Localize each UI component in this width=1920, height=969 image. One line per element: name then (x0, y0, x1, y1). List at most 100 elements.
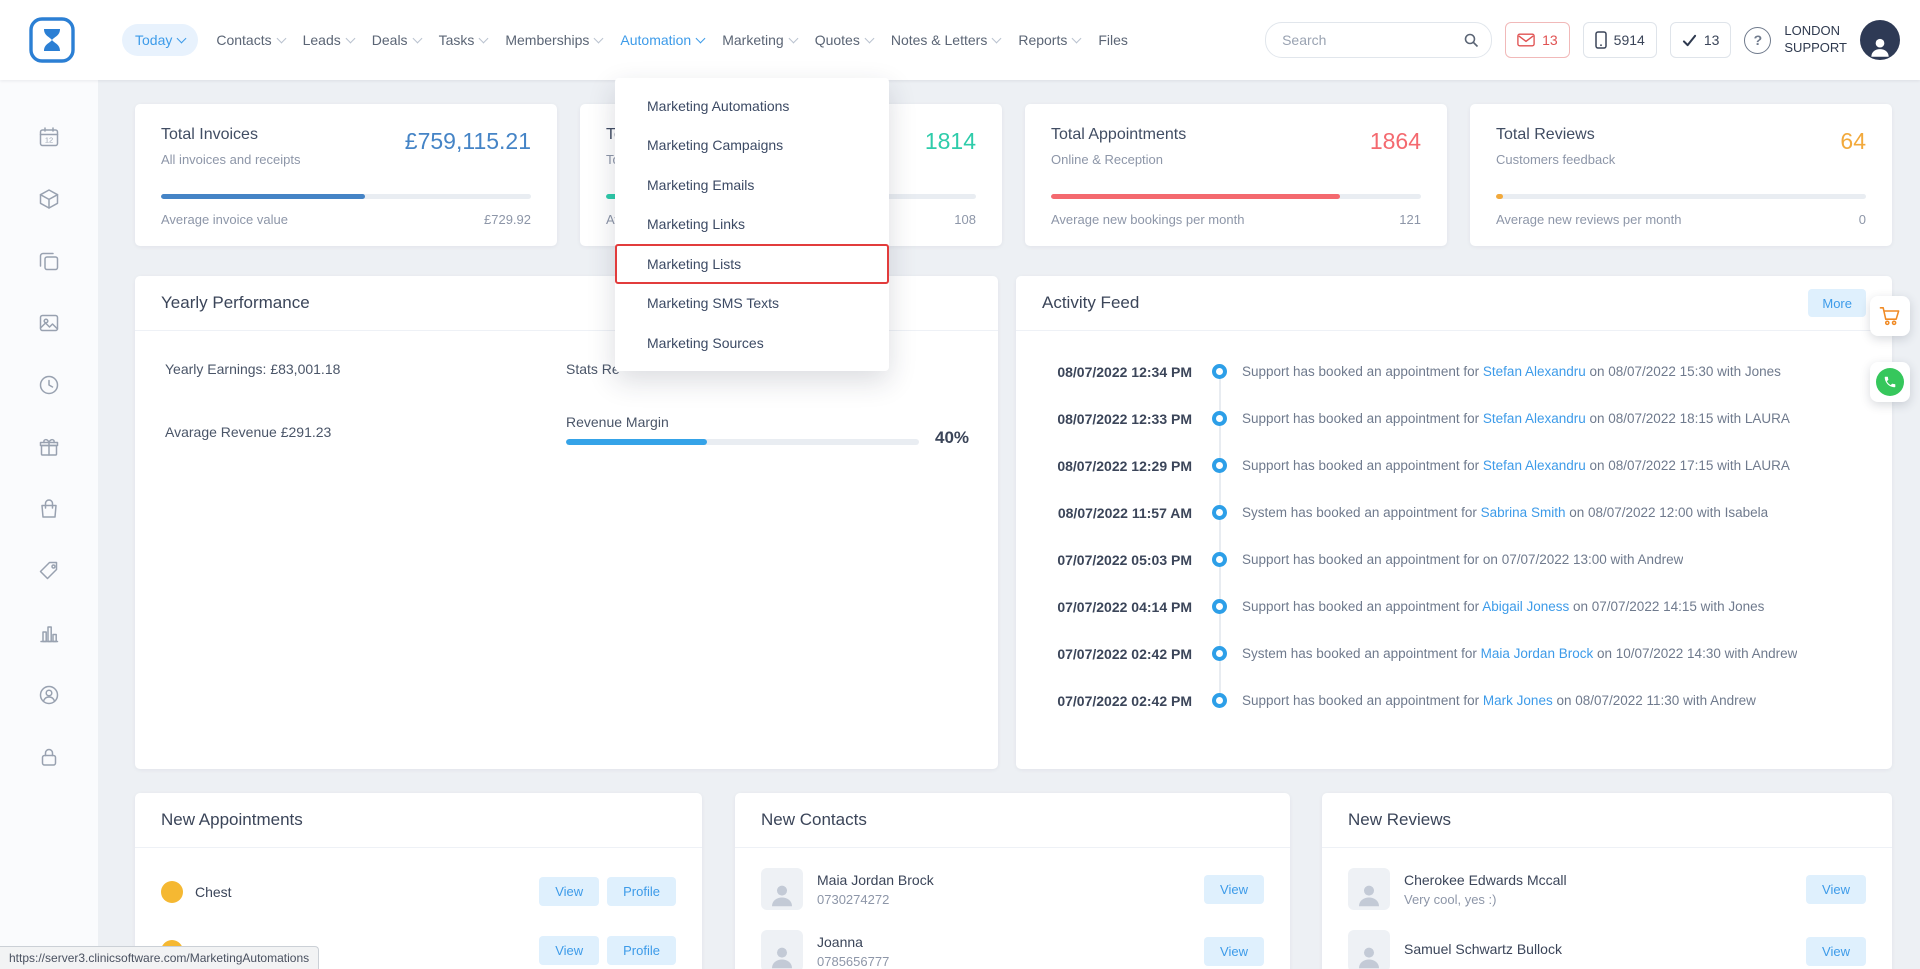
progress-bar (1496, 194, 1866, 199)
user-avatar[interactable] (1860, 20, 1900, 60)
view-button[interactable]: View (1204, 875, 1264, 904)
phone-calls-button[interactable]: 5914 (1583, 22, 1657, 58)
sidebar-item-photos[interactable] (36, 310, 62, 336)
chevron-down-icon (594, 33, 604, 43)
sidebar-item-reports[interactable] (36, 620, 62, 646)
contact-info: Joanna 0785656777 (817, 934, 889, 969)
sidebar-item-copy[interactable] (36, 248, 62, 274)
activity-text-post: on 08/07/2022 11:30 with Andrew (1553, 693, 1756, 708)
sidebar-item-security[interactable] (36, 744, 62, 770)
app-logo[interactable] (26, 14, 78, 66)
profile-button[interactable]: Profile (607, 936, 676, 965)
phone-count-badge: 5914 (1614, 32, 1645, 48)
help-button[interactable]: ? (1744, 27, 1771, 54)
nav-item-tasks[interactable]: Tasks (439, 32, 488, 48)
sidebar-item-calendar[interactable]: 12 (36, 124, 62, 150)
activity-contact-link[interactable]: Sabrina Smith (1481, 505, 1566, 520)
nav-item-automation[interactable]: Automation (620, 32, 704, 48)
avatar (761, 868, 803, 910)
stat-card-appointments: Total Appointments Online & Reception 18… (1025, 104, 1447, 246)
menu-item-marketing-campaigns[interactable]: Marketing Campaigns (615, 126, 889, 166)
view-button[interactable]: View (1806, 937, 1866, 966)
sidebar-item-support[interactable] (36, 682, 62, 708)
location-line1: LONDON (1784, 23, 1847, 40)
activity-row: 07/07/2022 04:14 PM Support has booked a… (1042, 583, 1872, 630)
menu-item-marketing-sms-texts[interactable]: Marketing SMS Texts (615, 284, 889, 324)
nav-item-files[interactable]: Files (1098, 32, 1128, 48)
profile-button[interactable]: Profile (607, 877, 676, 906)
nav-item-marketing[interactable]: Marketing (722, 32, 796, 48)
nav-item-quotes[interactable]: Quotes (815, 32, 873, 48)
sidebar-item-history[interactable] (36, 372, 62, 398)
done-tasks-button[interactable]: 13 (1670, 22, 1732, 58)
activity-contact-link[interactable]: Stefan Alexandru (1483, 364, 1586, 379)
revenue-margin-fill (566, 439, 707, 445)
svg-text:12: 12 (45, 136, 53, 145)
nav-item-notes-letters[interactable]: Notes & Letters (891, 32, 1001, 48)
menu-item-marketing-lists-highlighted[interactable]: Marketing Lists (615, 244, 889, 284)
progress-fill (161, 194, 365, 199)
sidebar-item-shop[interactable] (36, 496, 62, 522)
smartphone-icon (1595, 31, 1607, 49)
search-input[interactable] (1280, 31, 1457, 49)
activity-text-pre: Support has booked an appointment for (1242, 552, 1479, 567)
new-contacts-card: New Contacts Maia Jordan Brock 073027427… (735, 793, 1290, 969)
nav-item-deals[interactable]: Deals (372, 32, 421, 48)
menu-item-marketing-automations[interactable]: Marketing Automations (615, 86, 889, 126)
check-count-badge: 13 (1704, 32, 1720, 48)
contact-row: Maia Jordan Brock 0730274272 View (735, 858, 1290, 920)
view-button[interactable]: View (539, 936, 599, 965)
menu-item-marketing-sources[interactable]: Marketing Sources (615, 323, 889, 363)
nav-item-today[interactable]: Today (122, 24, 198, 56)
stat-card-reviews: Total Reviews Customers feedback 64 Aver… (1470, 104, 1892, 246)
view-button[interactable]: View (1806, 875, 1866, 904)
nav-item-contacts[interactable]: Contacts (216, 32, 284, 48)
nav-label: Quotes (815, 32, 860, 48)
activity-text-pre: Support has booked an appointment for (1242, 458, 1483, 473)
menu-item-marketing-emails[interactable]: Marketing Emails (615, 165, 889, 205)
activity-contact-link[interactable]: Stefan Alexandru (1483, 411, 1586, 426)
revenue-margin-bar (566, 439, 919, 445)
row-actions: View (1204, 937, 1264, 966)
contacts-list: Maia Jordan Brock 0730274272 View Joanna… (735, 848, 1290, 969)
reviews-list: Cherokee Edwards Mccall Very cool, yes :… (1322, 848, 1892, 969)
activity-time: 07/07/2022 05:03 PM (1042, 552, 1192, 568)
activity-text-pre: System has booked an appointment for (1242, 505, 1481, 520)
search-icon[interactable] (1457, 26, 1485, 54)
review-info: Cherokee Edwards Mccall Very cool, yes :… (1404, 872, 1567, 907)
sidebar-item-gifts[interactable] (36, 434, 62, 460)
nav-item-reports[interactable]: Reports (1018, 32, 1080, 48)
nav-label: Deals (372, 32, 408, 48)
chevron-down-icon (479, 33, 489, 43)
nav-item-leads[interactable]: Leads (303, 32, 354, 48)
activity-text-post: on 07/07/2022 14:15 with Jones (1569, 599, 1764, 614)
nav-label: Tasks (439, 32, 475, 48)
chevron-down-icon (345, 33, 355, 43)
cart-floating-button[interactable] (1870, 296, 1910, 336)
location-line2: SUPPORT (1784, 40, 1847, 57)
activity-text-pre: Support has booked an appointment for (1242, 693, 1483, 708)
chevron-down-icon (276, 33, 286, 43)
activity-text: Support has booked an appointment for on… (1242, 552, 1683, 567)
person-icon (767, 880, 797, 910)
activity-contact-link[interactable]: Abigail Joness (1482, 599, 1569, 614)
nav-item-memberships[interactable]: Memberships (505, 32, 602, 48)
sidebar-item-products[interactable] (36, 186, 62, 212)
view-button[interactable]: View (539, 877, 599, 906)
activity-contact-link[interactable]: Mark Jones (1483, 693, 1553, 708)
timeline-dot-icon (1212, 552, 1227, 567)
person-icon (767, 942, 797, 969)
row-actions: View Profile (539, 877, 676, 906)
more-button[interactable]: More (1808, 289, 1866, 317)
mail-button[interactable]: 13 (1505, 22, 1570, 58)
call-floating-button[interactable] (1870, 362, 1910, 402)
sidebar-item-pricing[interactable] (36, 558, 62, 584)
nav-label: Notes & Letters (891, 32, 988, 48)
chevron-down-icon (788, 33, 798, 43)
view-button[interactable]: View (1204, 937, 1264, 966)
avatar (1348, 930, 1390, 969)
nav-label: Files (1098, 32, 1128, 48)
menu-item-marketing-links[interactable]: Marketing Links (615, 205, 889, 245)
activity-contact-link[interactable]: Maia Jordan Brock (1481, 646, 1594, 661)
activity-contact-link[interactable]: Stefan Alexandru (1483, 458, 1586, 473)
